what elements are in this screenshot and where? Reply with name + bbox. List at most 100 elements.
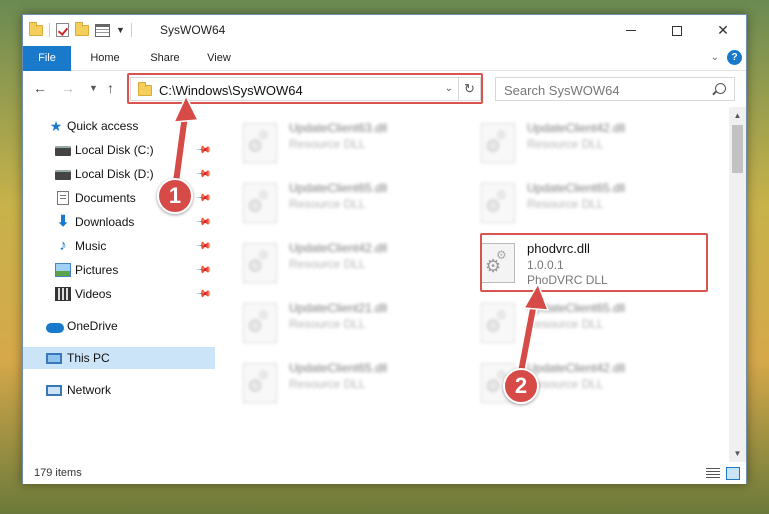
title-bar: ▼ SysWOW64 ✕ xyxy=(23,15,746,46)
documents-icon xyxy=(57,191,69,205)
sidebar-item-downloads[interactable]: ⬇ Downloads 📌 xyxy=(23,211,215,233)
downloads-icon: ⬇ xyxy=(56,213,70,230)
file-tile[interactable]: UpdateClient65.dll Resource DLL xyxy=(223,355,453,407)
scroll-thumb[interactable] xyxy=(732,125,743,173)
help-icon[interactable]: ? xyxy=(727,50,742,65)
file-tile[interactable]: UpdateClient42.dll Resource DLL xyxy=(461,355,691,407)
sidebar-item-music[interactable]: ♪ Music 📌 xyxy=(23,235,215,257)
step-callout-1: 1 xyxy=(157,178,193,214)
videos-icon xyxy=(55,287,71,301)
sidebar-item-local-disk-c[interactable]: Local Disk (C:) 📌 xyxy=(23,139,215,161)
pin-icon[interactable]: 📌 xyxy=(194,286,211,303)
recent-locations-chevron-icon[interactable]: ▼ xyxy=(89,83,98,93)
pin-icon[interactable]: 📌 xyxy=(194,262,211,279)
status-bar: 179 items xyxy=(23,463,746,484)
window-controls: ✕ xyxy=(608,15,746,46)
search-placeholder[interactable]: Search SysWOW64 xyxy=(504,83,620,98)
pin-icon[interactable]: 📌 xyxy=(194,166,211,183)
vertical-scrollbar[interactable]: ▲ ▼ xyxy=(729,107,746,462)
sidebar-item-label: Network xyxy=(67,383,112,397)
file-tile[interactable]: UpdateClient42.dll Resource DLL xyxy=(461,115,691,167)
sidebar-item-pictures[interactable]: Pictures 📌 xyxy=(23,259,215,281)
file-name: UpdateClient21.dll xyxy=(289,301,388,315)
dll-file-icon xyxy=(243,243,277,283)
file-highlight-box xyxy=(480,233,708,292)
sidebar-item-label: Videos xyxy=(75,287,112,301)
file-description: Resource DLL xyxy=(527,317,604,331)
pin-icon[interactable]: 📌 xyxy=(194,190,211,207)
folder-icon xyxy=(29,21,43,36)
file-tile[interactable]: UpdateClient63.dll Resource DLL xyxy=(223,115,453,167)
pin-icon[interactable]: 📌 xyxy=(194,142,211,159)
tab-file[interactable]: File xyxy=(23,46,71,71)
forward-arrow-icon[interactable]: → xyxy=(61,80,75,96)
sidebar-item-label: Documents xyxy=(75,191,136,205)
file-tile[interactable]: UpdateClient65.dll Resource DLL xyxy=(223,175,453,227)
new-folder-icon[interactable] xyxy=(75,21,89,36)
file-name: UpdateClient65.dll xyxy=(289,181,388,195)
sidebar-item-this-pc[interactable]: This PC xyxy=(23,347,215,369)
tab-view[interactable]: View xyxy=(201,46,237,71)
dll-file-icon xyxy=(481,123,515,163)
file-tile[interactable]: UpdateClient42.dll Resource DLL xyxy=(223,235,453,287)
file-name: UpdateClient42.dll xyxy=(527,361,626,375)
sidebar-item-network[interactable]: Network xyxy=(23,379,215,401)
file-name: UpdateClient65.dll xyxy=(289,361,388,375)
sidebar-item-quick-access[interactable]: ★ Quick access xyxy=(23,115,215,137)
file-name: UpdateClient65.dll xyxy=(527,181,626,195)
pin-icon[interactable]: 📌 xyxy=(194,238,211,255)
file-description: Resource DLL xyxy=(289,137,366,151)
search-icon[interactable] xyxy=(715,83,726,94)
details-view-icon[interactable] xyxy=(706,468,720,479)
file-name: UpdateClient42.dll xyxy=(289,241,388,255)
file-tile[interactable]: UpdateClient65.dll Resource DLL xyxy=(461,175,691,227)
back-arrow-icon[interactable]: ← xyxy=(33,80,47,96)
sidebar-item-label: Local Disk (D:) xyxy=(75,167,154,181)
sidebar-item-videos[interactable]: Videos 📌 xyxy=(23,283,215,305)
explorer-window: ▼ SysWOW64 ✕ File Home Share View ⌄ ? ← … xyxy=(22,14,747,484)
file-description: Resource DLL xyxy=(289,197,366,211)
minimize-button[interactable] xyxy=(608,15,654,46)
pictures-icon xyxy=(55,263,71,277)
minimize-icon xyxy=(626,30,636,31)
file-tile[interactable]: UpdateClient65.dll Resource DLL xyxy=(461,295,691,347)
dll-file-icon xyxy=(243,123,277,163)
toolbar-divider xyxy=(130,23,132,37)
disk-icon xyxy=(55,170,71,180)
file-description: Resource DLL xyxy=(289,377,366,391)
toolbar-divider xyxy=(49,23,50,37)
step-callout-2: 2 xyxy=(503,368,539,404)
dll-file-icon xyxy=(243,303,277,343)
properties-icon[interactable] xyxy=(95,23,110,37)
sidebar-item-onedrive[interactable]: OneDrive xyxy=(23,315,215,337)
tab-home[interactable]: Home xyxy=(85,46,125,71)
navigation-pane: ★ Quick access Local Disk (C:) 📌 Local D… xyxy=(23,107,215,462)
address-highlight-box xyxy=(127,73,483,104)
expand-ribbon-chevron-icon[interactable]: ⌄ xyxy=(711,52,719,63)
maximize-icon xyxy=(672,25,682,36)
scroll-down-icon[interactable]: ▼ xyxy=(729,445,746,462)
sidebar-item-label: Quick access xyxy=(67,119,139,133)
file-tile[interactable]: UpdateClient21.dll Resource DLL xyxy=(223,295,453,347)
window-title: SysWOW64 xyxy=(160,23,226,37)
quick-access-toolbar: ▼ xyxy=(29,21,132,37)
file-name: UpdateClient65.dll xyxy=(527,301,626,315)
file-description: Resource DLL xyxy=(289,317,366,331)
dll-file-icon xyxy=(481,303,515,343)
navigation-bar: ← → ▼ ↑ C:\Windows\SysWOW64 ⌄ ↻ Search S… xyxy=(23,71,746,107)
pin-icon[interactable]: 📌 xyxy=(194,214,211,231)
file-description: Resource DLL xyxy=(289,257,366,271)
this-pc-icon xyxy=(46,352,62,364)
tiles-view-icon[interactable] xyxy=(726,467,740,480)
scroll-up-icon[interactable]: ▲ xyxy=(729,107,746,124)
up-arrow-icon[interactable]: ↑ xyxy=(107,80,114,96)
close-button[interactable]: ✕ xyxy=(700,15,746,46)
file-name: UpdateClient42.dll xyxy=(527,121,626,135)
maximize-button[interactable] xyxy=(654,15,700,46)
search-box[interactable]: Search SysWOW64 xyxy=(495,77,735,101)
sidebar-item-label: Music xyxy=(75,239,107,253)
properties-check-icon[interactable] xyxy=(56,23,69,37)
customize-toolbar-chevron-icon[interactable]: ▼ xyxy=(116,25,125,35)
tab-share[interactable]: Share xyxy=(145,46,185,71)
disk-icon xyxy=(55,146,71,156)
